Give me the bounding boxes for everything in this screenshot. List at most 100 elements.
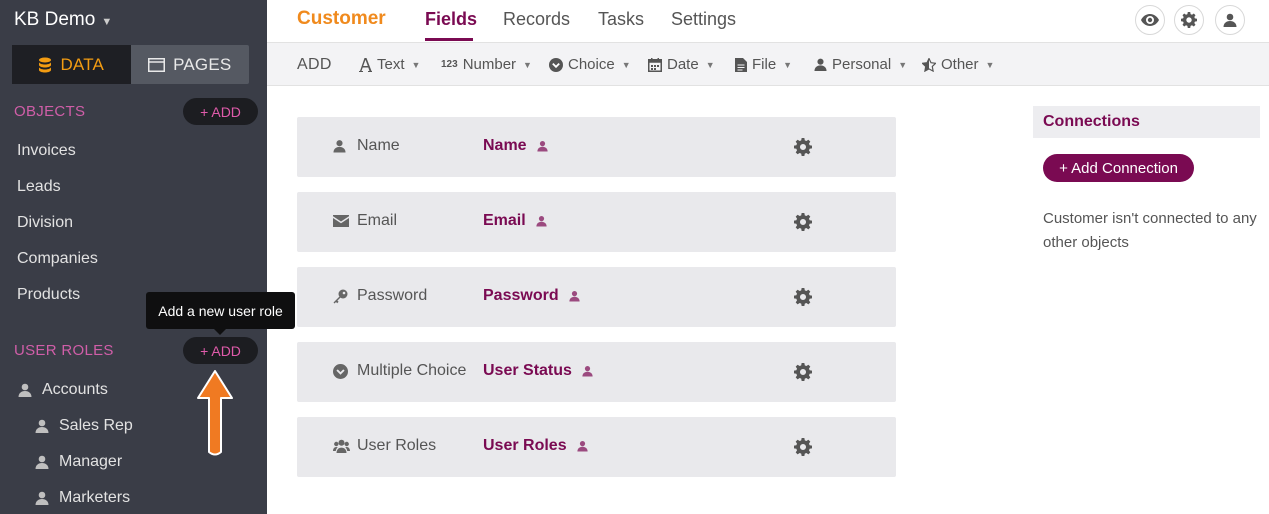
chevron-down-icon: ▼ xyxy=(621,59,631,70)
preview-button[interactable] xyxy=(1135,5,1165,35)
user-icon xyxy=(582,366,593,377)
field-name[interactable]: Password xyxy=(483,287,580,305)
window-icon xyxy=(148,57,166,72)
user-icon xyxy=(18,383,32,397)
users-icon xyxy=(333,439,350,458)
sidebar-item-marketers[interactable]: Marketers xyxy=(35,489,130,507)
field-row[interactable]: Password Password xyxy=(297,267,896,327)
toolbar-file-menu[interactable]: File ▼ xyxy=(735,56,792,73)
chevron-circle-icon xyxy=(549,57,563,72)
add-object-button[interactable]: + ADD xyxy=(183,98,258,125)
field-name-text: Email xyxy=(483,212,526,229)
settings-button[interactable] xyxy=(1174,5,1204,35)
field-settings-gear-icon[interactable] xyxy=(794,438,812,461)
font-icon xyxy=(359,57,372,72)
field-settings-gear-icon[interactable] xyxy=(794,363,812,386)
toolbar-personal-label: Personal xyxy=(832,56,892,73)
chevron-down-icon: ▼ xyxy=(411,59,421,70)
field-type-label: User Roles xyxy=(357,437,437,454)
field-name[interactable]: Name xyxy=(483,137,548,155)
toolbar-number-label: Number xyxy=(462,56,517,73)
app-title[interactable]: KB Demo ▼ xyxy=(14,9,112,31)
field-name-text: Name xyxy=(483,137,527,154)
user-icon xyxy=(536,141,548,152)
objects-heading: OBJECTS xyxy=(14,103,86,120)
key-icon xyxy=(333,289,348,309)
chevron-down-icon: ▼ xyxy=(985,59,995,70)
chevron-circle-icon xyxy=(333,364,348,384)
sidebar-item-sales-rep[interactable]: Sales Rep xyxy=(35,417,133,435)
field-name[interactable]: User Status xyxy=(483,362,593,380)
object-title: Customer xyxy=(297,8,386,29)
data-tab-label: DATA xyxy=(60,54,105,74)
toolbar-number-menu[interactable]: 123 Number ▼ xyxy=(441,56,532,73)
field-settings-gear-icon[interactable] xyxy=(794,288,812,311)
pages-tab-label: PAGES xyxy=(173,54,232,74)
data-tab[interactable]: DATA xyxy=(12,45,131,84)
user-icon xyxy=(333,139,346,158)
field-type-toolbar: ADD Text ▼ 123 Number ▼ Choice ▼ Date ▼ … xyxy=(267,42,1269,86)
field-row[interactable]: Name Name xyxy=(297,117,896,177)
field-settings-gear-icon[interactable] xyxy=(794,138,812,161)
field-name[interactable]: User Roles xyxy=(483,437,588,455)
chevron-down-icon: ▼ xyxy=(705,59,715,70)
sidebar-item-leads[interactable]: Leads xyxy=(17,178,61,196)
field-row[interactable]: User Roles User Roles xyxy=(297,417,896,477)
sidebar-item-accounts[interactable]: Accounts xyxy=(18,381,108,399)
sidebar-item-label: Marketers xyxy=(59,489,131,506)
eye-icon xyxy=(1141,14,1159,26)
envelope-icon xyxy=(333,214,349,232)
app-title-text: KB Demo xyxy=(14,9,96,30)
user-icon xyxy=(1223,13,1237,27)
sidebar-item-companies[interactable]: Companies xyxy=(17,250,98,268)
sidebar-item-label: Accounts xyxy=(42,381,108,398)
tab-tasks[interactable]: Tasks xyxy=(598,9,644,30)
top-nav: Customer Fields Records Tasks Settings xyxy=(267,0,1269,42)
chevron-down-icon: ▼ xyxy=(783,59,793,70)
field-type-label: Multiple Choice xyxy=(357,362,467,379)
field-row[interactable]: Multiple Choice User Status xyxy=(297,342,896,402)
sidebar-item-label: Manager xyxy=(59,453,123,470)
add-connection-button[interactable]: + Add Connection xyxy=(1043,154,1194,182)
connections-empty-text: Customer isn't connected to any other ob… xyxy=(1043,210,1257,251)
sidebar-item-products[interactable]: Products xyxy=(17,286,80,304)
connections-heading: Connections xyxy=(1033,106,1260,138)
star-half-icon xyxy=(922,57,936,72)
toolbar-file-label: File xyxy=(752,56,777,73)
field-row[interactable]: Email Email xyxy=(297,192,896,252)
calendar-icon xyxy=(648,57,662,72)
user-icon xyxy=(576,441,588,452)
toolbar-other-menu[interactable]: Other ▼ xyxy=(922,56,994,73)
database-icon xyxy=(39,57,52,72)
add-user-role-button[interactable]: + ADD xyxy=(183,337,258,364)
field-settings-gear-icon[interactable] xyxy=(794,213,812,236)
toolbar-text-menu[interactable]: Text ▼ xyxy=(359,56,420,73)
toolbar-other-label: Other xyxy=(941,56,979,73)
field-type-label: Name xyxy=(357,137,400,154)
annotation-arrow-icon xyxy=(197,370,233,456)
sidebar-item-label: Sales Rep xyxy=(59,417,133,434)
field-name[interactable]: Email xyxy=(483,212,547,230)
tab-settings[interactable]: Settings xyxy=(671,9,736,30)
sidebar-item-division[interactable]: Division xyxy=(17,214,73,232)
toolbar-personal-menu[interactable]: Personal ▼ xyxy=(814,56,907,73)
chevron-down-icon: ▼ xyxy=(898,59,908,70)
tab-records[interactable]: Records xyxy=(503,9,570,30)
user-icon xyxy=(35,491,49,505)
toolbar-date-menu[interactable]: Date ▼ xyxy=(648,56,715,73)
toolbar-text-label: Text xyxy=(377,56,405,73)
chevron-down-icon: ▼ xyxy=(523,59,532,70)
toolbar-date-label: Date xyxy=(667,56,699,73)
user-icon xyxy=(35,419,49,433)
active-tab-indicator xyxy=(425,38,473,41)
toolbar-choice-label: Choice xyxy=(568,56,615,73)
gear-icon xyxy=(1181,12,1197,28)
sidebar-item-invoices[interactable]: Invoices xyxy=(17,142,76,160)
pages-tab[interactable]: PAGES xyxy=(131,45,250,84)
account-button[interactable] xyxy=(1215,5,1245,35)
field-type-label: Password xyxy=(357,287,428,304)
user-icon xyxy=(568,291,580,302)
toolbar-choice-menu[interactable]: Choice ▼ xyxy=(549,56,631,73)
tab-fields[interactable]: Fields xyxy=(425,9,477,30)
sidebar-item-manager[interactable]: Manager xyxy=(35,453,122,471)
